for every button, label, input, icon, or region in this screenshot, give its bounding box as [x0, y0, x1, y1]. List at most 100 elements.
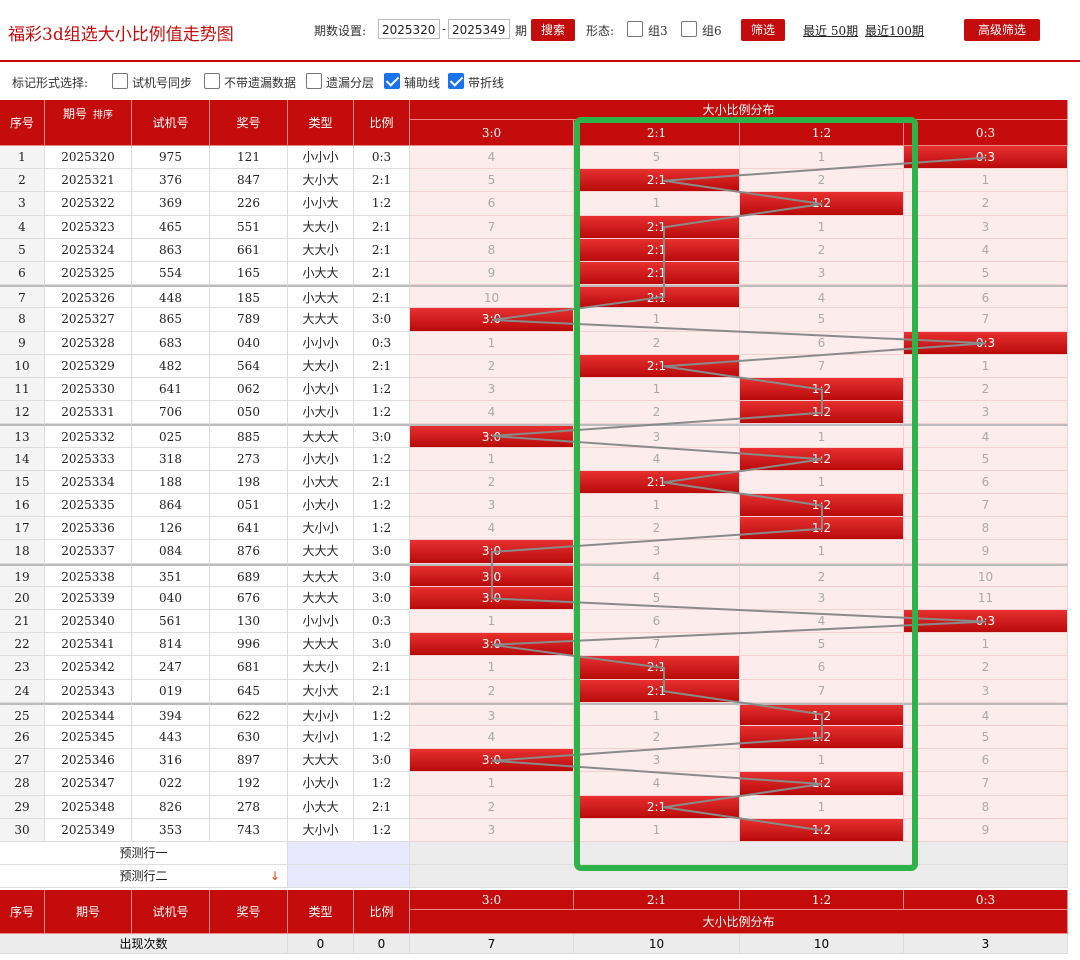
row-trial: 316	[132, 749, 210, 773]
ratio-hit-cell: 3:0	[410, 749, 574, 773]
row-seq: 29	[0, 795, 45, 819]
omit-cell: 4	[410, 726, 574, 750]
row-type: 大小大	[288, 679, 354, 703]
predict-row-2-dist[interactable]	[410, 865, 1068, 889]
omit-cell: 2	[410, 354, 574, 378]
omit-cell: 10	[410, 285, 574, 309]
omit-cell: 3	[410, 378, 574, 402]
row-prize: 185	[210, 285, 288, 309]
row-type: 大小小	[288, 702, 354, 726]
row-prize: 551	[210, 215, 288, 239]
row-seq: 2	[0, 169, 45, 193]
row-ratio: 2:1	[354, 795, 410, 819]
row-ratio: 1:2	[354, 702, 410, 726]
row-seq: 30	[0, 818, 45, 842]
row-issue: 2025337	[45, 540, 132, 564]
omit-cell: 8	[410, 238, 574, 262]
row-trial: 019	[132, 679, 210, 703]
row-issue: 2025343	[45, 679, 132, 703]
omit-cell: 7	[904, 772, 1068, 796]
row-seq: 1	[0, 146, 45, 170]
ratio-hit-cell: 2:1	[574, 679, 740, 703]
omit-cell: 5	[904, 726, 1068, 750]
row-ratio: 1:2	[354, 447, 410, 471]
ratio-hit-cell: 3:0	[410, 540, 574, 564]
row-prize: 676	[210, 586, 288, 610]
omit-cell: 9	[904, 818, 1068, 842]
row-ratio: 3:0	[354, 540, 410, 564]
omit-cell: 1	[904, 169, 1068, 193]
ratio-hit-cell: 3:0	[410, 586, 574, 610]
ratio-hit-cell: 1:2	[740, 517, 904, 541]
row-issue: 2025325	[45, 262, 132, 286]
row-prize: 681	[210, 656, 288, 680]
row-ratio: 2:1	[354, 262, 410, 286]
row-issue: 2025320	[45, 146, 132, 170]
omit-cell: 2	[574, 401, 740, 425]
ratio-hit-cell: 0:3	[904, 610, 1068, 634]
row-prize: 789	[210, 308, 288, 332]
row-ratio: 1:2	[354, 772, 410, 796]
trend-table: 序号 期号 排序 试机号 奖号 类型 比例 大小比例分布 3:0 2:1 1:2 0:3 1 202532…	[0, 0, 1080, 960]
predict-row-2-input[interactable]	[288, 865, 410, 889]
row-type: 大小小	[288, 517, 354, 541]
row-prize: 165	[210, 262, 288, 286]
omit-cell: 10	[904, 563, 1068, 587]
omit-cell: 6	[740, 331, 904, 355]
row-ratio: 2:1	[354, 354, 410, 378]
row-ratio: 3:0	[354, 749, 410, 773]
header-prize: 奖号	[210, 100, 288, 146]
arrow-down-icon[interactable]: ↓	[268, 865, 282, 888]
omit-cell: 4	[410, 401, 574, 425]
omit-cell: 4	[904, 424, 1068, 448]
omit-cell: 7	[904, 308, 1068, 332]
ratio-hit-cell: 1:2	[740, 192, 904, 216]
row-type: 大小大	[288, 169, 354, 193]
header-issue[interactable]: 期号 排序	[45, 100, 132, 146]
omit-cell: 4	[574, 447, 740, 471]
omit-cell: 6	[740, 656, 904, 680]
predict-row-2[interactable]: 预测行二	[0, 865, 288, 889]
footer-ratio-col: 1:2	[740, 890, 904, 911]
sort-button[interactable]: 排序	[93, 110, 113, 121]
omit-cell: 7	[410, 215, 574, 239]
ratio-hit-cell: 0:3	[904, 331, 1068, 355]
omit-cell: 4	[574, 563, 740, 587]
predict-row-1-dist[interactable]	[410, 842, 1068, 866]
row-trial: 554	[132, 262, 210, 286]
omit-cell: 1	[410, 447, 574, 471]
omit-cell: 1	[574, 494, 740, 518]
row-seq: 22	[0, 633, 45, 657]
row-trial: 561	[132, 610, 210, 634]
row-trial: 826	[132, 795, 210, 819]
ratio-hit-cell: 3:0	[410, 308, 574, 332]
count-cell: 7	[410, 934, 574, 955]
row-seq: 7	[0, 285, 45, 309]
row-type: 小大大	[288, 262, 354, 286]
footer-ratio-col: 2:1	[574, 890, 740, 911]
row-trial: 975	[132, 146, 210, 170]
row-seq: 13	[0, 424, 45, 448]
omit-cell: 5	[410, 169, 574, 193]
row-trial: 369	[132, 192, 210, 216]
omit-cell: 5	[574, 586, 740, 610]
omit-cell: 5	[904, 447, 1068, 471]
omit-cell: 3	[904, 215, 1068, 239]
predict-row-1[interactable]: 预测行一	[0, 842, 288, 866]
row-type: 小大小	[288, 772, 354, 796]
omit-cell: 7	[740, 354, 904, 378]
ratio-hit-cell: 1:2	[740, 702, 904, 726]
row-seq: 19	[0, 563, 45, 587]
row-seq: 18	[0, 540, 45, 564]
row-ratio: 2:1	[354, 215, 410, 239]
row-seq: 9	[0, 331, 45, 355]
row-trial: 641	[132, 378, 210, 402]
omit-cell: 9	[410, 262, 574, 286]
omit-cell: 4	[574, 772, 740, 796]
omit-cell: 1	[410, 331, 574, 355]
row-ratio: 3:0	[354, 308, 410, 332]
row-trial: 025	[132, 424, 210, 448]
row-ratio: 3:0	[354, 424, 410, 448]
row-prize: 630	[210, 726, 288, 750]
predict-row-1-input[interactable]	[288, 842, 410, 866]
